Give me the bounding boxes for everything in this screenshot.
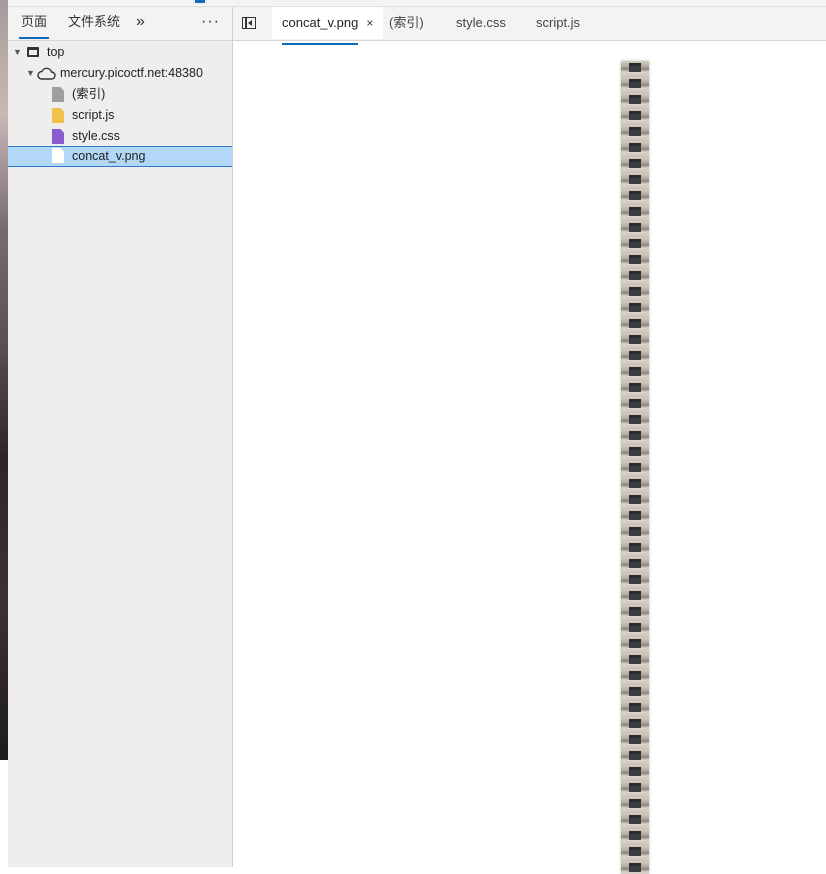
editor-tab-label: (索引): [389, 15, 424, 30]
tree-item-top[interactable]: ▼ top: [8, 42, 232, 63]
page-content-strip-bottom: [0, 760, 8, 867]
tree-item-label: top: [47, 45, 65, 59]
editor-tab-index[interactable]: (索引): [379, 7, 434, 39]
editor-tab-label: concat_v.png: [282, 7, 359, 45]
editor-tab-concat-v-png[interactable]: concat_v.png ×: [272, 7, 384, 45]
close-icon[interactable]: ×: [366, 16, 373, 30]
tab-page[interactable]: 页面: [18, 7, 50, 39]
editor-tabbar: concat_v.png × (索引) style.css script.js: [233, 7, 826, 45]
editor-pane: concat_v.png × (索引) style.css script.js: [233, 7, 826, 874]
devtools-top-edge: [8, 0, 826, 7]
tree-item-script[interactable]: script.js: [8, 105, 232, 126]
tab-filesystem[interactable]: 文件系统: [68, 7, 120, 39]
editor-tab-style-css[interactable]: style.css: [446, 7, 516, 39]
tree-item-image[interactable]: concat_v.png: [8, 146, 232, 167]
tree-item-index[interactable]: (索引): [8, 84, 232, 105]
cloud-icon: [37, 67, 56, 80]
editor-tab-label: style.css: [456, 15, 506, 30]
tree-item-stylesheet[interactable]: style.css: [8, 126, 232, 147]
active-indicator: [195, 0, 205, 3]
tree-item-label: style.css: [72, 129, 120, 143]
frame-icon: [27, 47, 39, 57]
sources-sidebar: 页面 文件系统 » ··· ▼ top ▼ mercury.picoctf.ne…: [8, 7, 233, 867]
stylesheet-file-icon: [52, 129, 64, 144]
expand-arrow-icon[interactable]: ▼: [26, 63, 35, 84]
tree-item-label: (索引): [72, 87, 106, 101]
tree-item-label: script.js: [72, 108, 115, 122]
toggle-sidebar-icon[interactable]: [242, 17, 256, 29]
page-content-strip: [0, 0, 8, 760]
script-file-icon: [52, 108, 64, 123]
image-preview-figures: [629, 61, 641, 874]
sidebar-tabbar: 页面 文件系统 » ···: [8, 7, 232, 41]
document-file-icon: [52, 87, 64, 102]
more-options-icon[interactable]: ···: [201, 7, 220, 39]
tree-item-label: mercury.picoctf.net:48380: [60, 66, 203, 80]
image-file-icon: [52, 148, 64, 163]
expand-arrow-icon[interactable]: ▼: [13, 42, 22, 63]
tree-item-origin[interactable]: ▼ mercury.picoctf.net:48380: [8, 63, 232, 84]
editor-tab-label: script.js: [536, 15, 581, 30]
editor-tab-script-js[interactable]: script.js: [526, 7, 590, 39]
more-tabs-icon[interactable]: »: [136, 7, 145, 39]
image-preview: [621, 61, 649, 874]
tree-item-label: concat_v.png: [72, 149, 146, 163]
